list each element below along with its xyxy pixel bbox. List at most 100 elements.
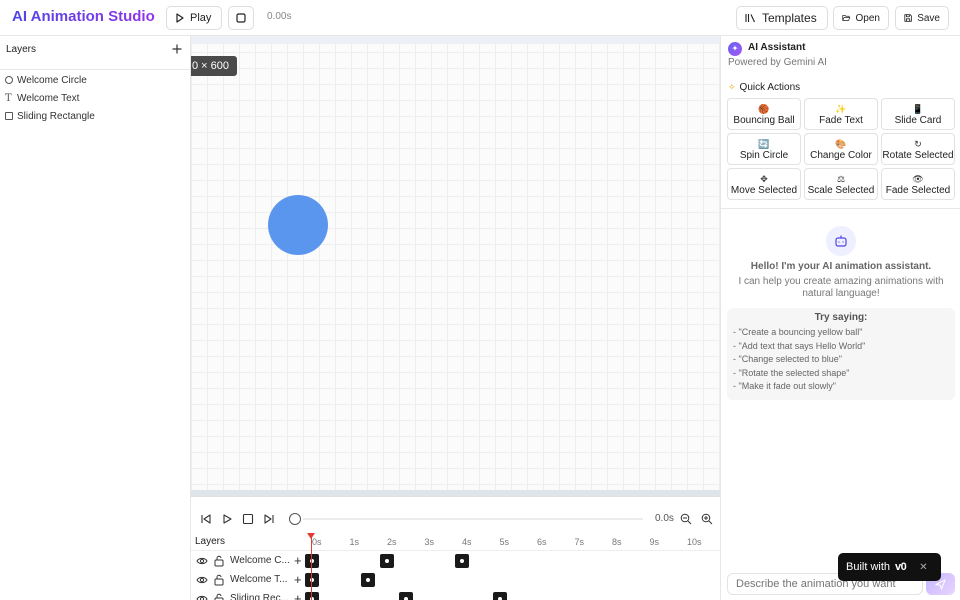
unlock-icon[interactable]	[214, 555, 224, 567]
keyframe[interactable]	[361, 573, 376, 587]
bot-avatar	[826, 226, 856, 256]
welcome-circle-shape[interactable]	[268, 195, 328, 255]
layer-item-welcome-circle[interactable]: Welcome Circle	[0, 71, 190, 89]
save-label: Save	[917, 12, 940, 24]
quick-action-icon: ↻	[914, 138, 922, 149]
layers-header: Layers	[0, 36, 190, 70]
timeline-stop-button[interactable]	[241, 512, 255, 526]
quick-action-icon: 🔄	[758, 138, 770, 149]
timeline-play-button[interactable]	[220, 512, 234, 526]
open-button[interactable]: Open	[833, 6, 889, 30]
save-icon	[904, 14, 912, 22]
quick-action-label: Rotate Selected	[882, 149, 954, 161]
timeline-track[interactable]: Welcome C... +	[191, 552, 720, 571]
quick-action-icon: ✨	[835, 103, 847, 114]
quick-action-icon: 📱	[912, 103, 924, 114]
keyframe-dot	[385, 559, 389, 563]
greeting: Hello! I'm your AI animation assistant.	[750, 261, 932, 272]
star-icon: ✧	[728, 82, 736, 92]
eye-icon[interactable]	[196, 575, 208, 585]
eye-icon[interactable]	[196, 594, 208, 600]
timeline-panel: 0.0s Layers 0s 1s 2s 3s 4s 5s 6s 7s 8s 9s 10s Welc…	[191, 496, 720, 600]
suggestions-list: - "Create a bouncing yellow ball" - "Add …	[733, 326, 865, 394]
ruler-tick: 2s	[387, 537, 397, 547]
add-keyframe-button[interactable]: +	[294, 572, 302, 587]
templates-button[interactable]: Templates	[736, 6, 828, 30]
ruler-tick: 1s	[349, 537, 360, 547]
suggestions-box: Try saying: - "Create a bouncing yellow …	[727, 308, 955, 400]
quick-action-label: Slide Card	[894, 114, 942, 126]
timeline-track[interactable]: Welcome T... +	[191, 571, 720, 590]
save-button[interactable]: Save	[895, 6, 949, 30]
keyframe-dot	[366, 578, 371, 582]
suggestion-item[interactable]: - "Change selected to blue"	[733, 353, 865, 367]
keyframe[interactable]	[455, 554, 469, 568]
suggestion-item[interactable]: - "Make it fade out slowly"	[733, 380, 865, 394]
scrubber-handle[interactable]	[289, 513, 301, 525]
keyframe[interactable]	[398, 592, 413, 600]
built-with-badge[interactable]: Built with v0 ✕	[838, 553, 941, 581]
ruler-tick: 3s	[424, 537, 435, 547]
ai-header: ✦ AI Assistant Powered by Gemini AI	[721, 36, 960, 72]
skip-back-button[interactable]	[199, 512, 213, 526]
add-layer-button[interactable]	[170, 41, 184, 58]
keyframe[interactable]	[380, 554, 394, 568]
ruler-tick: 8s	[612, 537, 622, 547]
play-button[interactable]: Play	[166, 6, 222, 30]
keyframe[interactable]	[305, 573, 319, 587]
bot-icon	[835, 235, 847, 247]
animation-canvas[interactable]: 0 × 600	[191, 36, 720, 496]
keyframe[interactable]	[305, 592, 319, 600]
play-icon	[223, 514, 232, 524]
zoom-out-button[interactable]	[679, 512, 693, 526]
unlock-icon[interactable]	[214, 574, 224, 586]
quick-action-scale-selected[interactable]: ⚖ Scale Selected	[804, 168, 878, 200]
eye-icon[interactable]	[196, 556, 208, 566]
rectangle-icon	[5, 112, 13, 120]
close-icon[interactable]: ✕	[919, 562, 927, 573]
greeting-sub: I can help you create amazing animations…	[738, 276, 944, 299]
stop-icon	[242, 513, 254, 525]
quick-action-icon: 🏀	[758, 103, 770, 114]
skip-forward-button[interactable]	[262, 512, 276, 526]
quick-action-label: Bouncing Ball	[733, 114, 795, 126]
suggestion-item[interactable]: - "Rotate the selected shape"	[733, 367, 865, 381]
plus-icon	[172, 44, 182, 54]
time-ruler[interactable]: Layers 0s 1s 2s 3s 4s 5s 6s 7s 8s 9s 10s	[191, 534, 720, 551]
layer-item-sliding-rectangle[interactable]: Sliding Rectangle	[0, 107, 190, 125]
canvas-size-badge: 0 × 600	[191, 56, 237, 76]
quick-action-change-color[interactable]: 🎨 Change Color	[804, 133, 878, 165]
layer-item-welcome-text[interactable]: T Welcome Text	[0, 89, 190, 107]
zoom-in-button[interactable]	[700, 512, 714, 526]
quick-action-label: Fade Selected	[885, 184, 951, 196]
keyframe-dot	[460, 559, 464, 563]
transport-controls: 0.0s	[191, 509, 720, 529]
suggestions-title: Try saying:	[814, 312, 868, 323]
ruler-tick: 10s	[687, 537, 702, 547]
quick-action-fade-selected[interactable]: 👁 Fade Selected	[881, 168, 955, 200]
add-keyframe-button[interactable]: +	[294, 553, 302, 568]
timeline-track[interactable]: Sliding Rec... +	[191, 590, 720, 600]
quick-action-move-selected[interactable]: ✥ Move Selected	[727, 168, 801, 200]
scrub-track[interactable]	[303, 518, 643, 520]
quick-action-rotate-selected[interactable]: ↻ Rotate Selected	[881, 133, 955, 165]
zoom-out-icon	[680, 513, 692, 525]
quick-action-fade-text[interactable]: ✨ Fade Text	[804, 98, 878, 130]
quick-action-label: Fade Text	[819, 114, 863, 126]
quick-action-bouncing-ball[interactable]: 🏀 Bouncing Ball	[727, 98, 801, 130]
quick-action-spin-circle[interactable]: 🔄 Spin Circle	[727, 133, 801, 165]
unlock-icon[interactable]	[214, 593, 224, 600]
play-icon	[176, 13, 184, 23]
suggestion-item[interactable]: - "Add text that says Hello World"	[733, 340, 865, 354]
add-keyframe-button[interactable]: +	[294, 591, 302, 600]
quick-action-slide-card[interactable]: 📱 Slide Card	[881, 98, 955, 130]
ruler-tick: 6s	[537, 537, 547, 547]
keyframe[interactable]	[492, 592, 507, 600]
stop-button[interactable]	[228, 6, 254, 30]
keyframe[interactable]	[305, 554, 319, 568]
track-name: Sliding Rec...	[230, 593, 289, 600]
quick-action-label: Spin Circle	[739, 149, 789, 161]
quick-action-icon: 👁	[912, 173, 924, 184]
ai-assistant-panel: ✦ AI Assistant Powered by Gemini AI ✧ Qu…	[720, 36, 960, 600]
suggestion-item[interactable]: - "Create a bouncing yellow ball"	[733, 326, 865, 340]
